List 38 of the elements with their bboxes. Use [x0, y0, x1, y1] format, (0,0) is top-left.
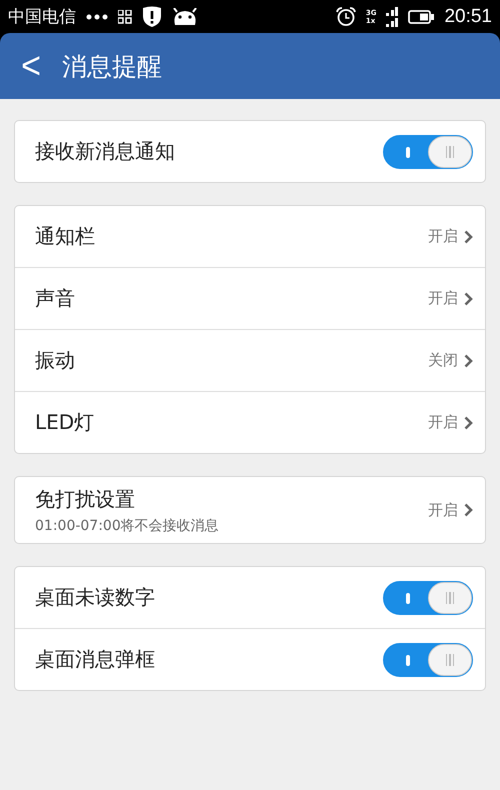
chevron-icon [464, 416, 473, 430]
signal-icon [386, 6, 398, 26]
alarm-icon [336, 7, 356, 26]
more-dots-icon [86, 14, 108, 20]
chevron-icon [464, 503, 473, 517]
setting-row[interactable]: LED灯 开启 [15, 391, 485, 453]
setting-label: 通知栏 [35, 223, 96, 250]
android-icon [172, 8, 198, 26]
setting-label: LED灯 [35, 409, 96, 436]
toggle-switch[interactable] [383, 642, 473, 676]
setting-description: 01:00-07:00将不会接收消息 [35, 516, 220, 534]
setting-label: 桌面消息弹框 [35, 646, 156, 673]
page-title: 消息提醒 [62, 50, 162, 82]
setting-row[interactable]: 振动 关闭 [15, 329, 485, 391]
setting-label: 桌面未读数字 [35, 584, 156, 611]
toggle-switch[interactable] [383, 580, 473, 614]
setting-value: 开启 [428, 227, 458, 246]
setting-value: 开启 [428, 413, 458, 432]
setting-value: 关闭 [428, 351, 458, 370]
setting-value: 开启 [428, 289, 458, 308]
setting-value: 开启 [428, 500, 458, 520]
toggle-switch[interactable] [383, 134, 473, 168]
grid-icon [118, 10, 132, 24]
setting-label: 振动 [35, 347, 76, 374]
back-button[interactable]: < [0, 44, 62, 88]
setting-label: 免打扰设置 [35, 486, 136, 512]
chevron-icon [464, 292, 473, 306]
setting-label: 接收新消息通知 [35, 138, 176, 165]
chevron-icon [464, 230, 473, 244]
carrier-name: 中国电信 [8, 6, 76, 28]
setting-row[interactable]: 声音 开启 [15, 267, 485, 329]
clock-time: 20:51 [444, 6, 492, 28]
chevron-icon [464, 354, 473, 368]
setting-row[interactable]: 通知栏 开启 [15, 206, 485, 267]
battery-icon [408, 10, 434, 24]
setting-label: 声音 [35, 285, 76, 312]
setting-row[interactable]: 免打扰设置 01:00-07:00将不会接收消息 开启 [15, 477, 485, 543]
shield-icon [142, 6, 162, 28]
